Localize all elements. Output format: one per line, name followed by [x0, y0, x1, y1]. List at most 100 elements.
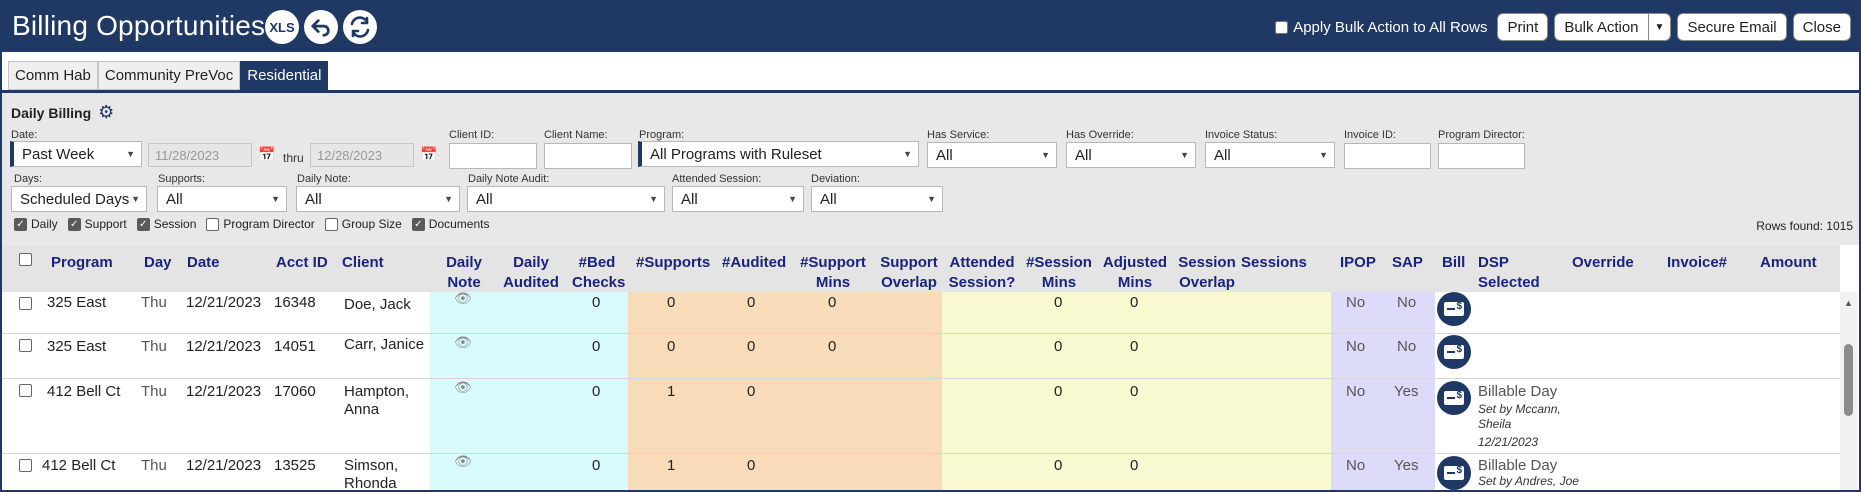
eye-icon[interactable]: 👁: [454, 290, 472, 307]
col-support-overlap[interactable]: Support Overlap: [878, 253, 940, 293]
col-amount[interactable]: Amount: [1760, 253, 1817, 273]
client-id-input[interactable]: [449, 143, 537, 169]
col-daily-note[interactable]: Daily Note: [442, 253, 486, 293]
refresh-button[interactable]: [343, 10, 377, 44]
grid-header: Program Day Date Acct ID Client Daily Not…: [2, 245, 1840, 292]
date-range-select[interactable]: Past Week ▼: [10, 141, 142, 167]
toggle-program-director[interactable]: Program Director: [206, 217, 315, 231]
scroll-up-icon[interactable]: ▲: [1844, 298, 1853, 308]
col-adjusted-mins[interactable]: Adjusted Mins: [1102, 253, 1168, 293]
row-checkbox[interactable]: [19, 384, 32, 397]
apply-bulk-checkbox-input[interactable]: [1275, 20, 1289, 34]
days-select[interactable]: Scheduled Days ▼: [11, 186, 147, 212]
cell-sap: Yes: [1394, 383, 1419, 400]
scrollbar-thumb[interactable]: [1844, 344, 1853, 416]
eye-icon[interactable]: 👁: [454, 379, 472, 396]
cell-set-date: 12/21/2023: [1478, 435, 1539, 449]
calendar-icon[interactable]: 📅: [420, 146, 437, 163]
col-session-mins[interactable]: #Session Mins: [1026, 253, 1092, 293]
grid-scrollbar[interactable]: ▲: [1840, 292, 1857, 490]
bill-button[interactable]: [1437, 335, 1471, 369]
col-sap[interactable]: SAP: [1392, 253, 1423, 273]
xls-export-button[interactable]: XLS: [265, 10, 299, 44]
deviation-select[interactable]: All ▼: [811, 186, 943, 212]
client-name-input[interactable]: [544, 143, 632, 169]
col-supports[interactable]: #Supports: [636, 253, 710, 273]
checkbox-checked-icon[interactable]: ✓: [411, 217, 425, 231]
toggle-daily[interactable]: ✓ Daily: [14, 217, 58, 231]
bill-button[interactable]: [1437, 456, 1471, 490]
daily-note-select[interactable]: All ▼: [296, 186, 460, 212]
close-button[interactable]: Close: [1792, 13, 1851, 41]
bill-button[interactable]: [1437, 292, 1471, 326]
col-session-overlap[interactable]: Session Overlap: [1176, 253, 1238, 293]
col-invoice[interactable]: Invoice#: [1667, 253, 1727, 273]
supports-select[interactable]: All ▼: [157, 186, 287, 212]
date-range-value: Past Week: [22, 145, 95, 163]
checkbox-checked-icon[interactable]: ✓: [136, 217, 150, 231]
checkbox-checked-icon[interactable]: ✓: [14, 217, 27, 231]
col-bed-checks-line2: Checks: [572, 274, 626, 291]
col-program[interactable]: Program: [51, 253, 113, 273]
bulk-action-dropdown-toggle[interactable]: ▼: [1648, 13, 1672, 41]
secure-email-button[interactable]: Secure Email: [1677, 13, 1787, 41]
table-row[interactable]: 412 Bell Ct Thu 12/21/2023 17060 Hampton…: [2, 379, 1840, 454]
row-checkbox[interactable]: [19, 339, 32, 352]
daily-note-audit-select[interactable]: All ▼: [467, 186, 665, 212]
daily-billing-title: Daily Billing: [11, 104, 92, 121]
print-button[interactable]: Print: [1497, 13, 1549, 41]
table-row[interactable]: 325 East Thu 12/21/2023 16348 Doe, Jack …: [2, 290, 1840, 334]
toggle-session[interactable]: ✓ Session: [136, 217, 196, 231]
tab-residential[interactable]: Residential: [240, 61, 329, 90]
checkbox-unchecked-icon[interactable]: [324, 217, 338, 231]
col-attended-session[interactable]: Attended Session?: [948, 253, 1016, 293]
program-select[interactable]: All Programs with Ruleset ▼: [638, 141, 919, 167]
has-service-select[interactable]: All ▼: [927, 142, 1057, 168]
col-session-mins-line1: #Session: [1026, 254, 1092, 271]
date-from-input[interactable]: 11/28/2023: [148, 143, 252, 167]
invoice-status-select[interactable]: All ▼: [1205, 142, 1335, 168]
row-checkbox[interactable]: [19, 459, 32, 472]
checkbox-unchecked-icon[interactable]: [206, 217, 220, 231]
tab-community-prevoc[interactable]: Community PreVoc: [97, 61, 241, 90]
col-bed-checks[interactable]: #Bed Checks: [572, 253, 626, 293]
checkbox-checked-icon[interactable]: ✓: [67, 217, 81, 231]
cell-date: 12/21/2023: [186, 338, 262, 355]
apply-bulk-all-rows-checkbox[interactable]: Apply Bulk Action to All Rows: [1275, 19, 1487, 36]
col-bill[interactable]: Bill: [1442, 253, 1465, 273]
col-support-mins[interactable]: #Support Mins: [798, 253, 868, 293]
eye-icon[interactable]: 👁: [454, 334, 472, 351]
col-dsp-selected[interactable]: DSP Selected: [1478, 253, 1540, 293]
col-acct-id[interactable]: Acct ID: [276, 253, 328, 273]
toggle-documents[interactable]: ✓ Documents: [411, 217, 490, 231]
col-sessions[interactable]: Sessions: [1241, 253, 1307, 273]
col-date[interactable]: Date: [187, 253, 220, 273]
col-audited[interactable]: #Audited: [722, 253, 786, 273]
program-director-input[interactable]: [1438, 143, 1525, 169]
chevron-down-icon: ▼: [1041, 150, 1050, 160]
eye-icon[interactable]: 👁: [454, 453, 472, 470]
toggle-group-size[interactable]: Group Size: [324, 217, 402, 231]
col-override[interactable]: Override: [1572, 253, 1634, 273]
toggle-support[interactable]: ✓ Support: [67, 217, 127, 231]
invoice-id-input[interactable]: [1344, 143, 1431, 169]
attended-session-select[interactable]: All ▼: [672, 186, 804, 212]
col-client[interactable]: Client: [342, 253, 384, 273]
table-row[interactable]: 325 East Thu 12/21/2023 14051 Carr, Jani…: [2, 334, 1840, 379]
tab-comm-hab[interactable]: Comm Hab: [8, 61, 98, 90]
has-override-select[interactable]: All ▼: [1066, 142, 1196, 168]
col-day[interactable]: Day: [144, 253, 172, 273]
toggle-daily-label: Daily: [31, 217, 58, 231]
bulk-action-button[interactable]: Bulk Action: [1554, 13, 1649, 41]
undo-button[interactable]: [304, 10, 338, 44]
gear-icon[interactable]: ⚙: [98, 102, 114, 123]
cell-supports: 1: [667, 383, 676, 400]
col-daily-audited[interactable]: Daily Audited: [502, 253, 560, 293]
col-ipop[interactable]: IPOP: [1340, 253, 1376, 273]
select-all-checkbox[interactable]: [19, 253, 32, 266]
date-to-input[interactable]: 12/28/2023: [310, 143, 414, 167]
calendar-icon[interactable]: 📅: [258, 146, 275, 163]
table-row[interactable]: 412 Bell Ct Thu 12/21/2023 13525 Simson,…: [2, 453, 1840, 490]
bill-button[interactable]: [1437, 381, 1471, 415]
row-checkbox[interactable]: [19, 297, 32, 310]
